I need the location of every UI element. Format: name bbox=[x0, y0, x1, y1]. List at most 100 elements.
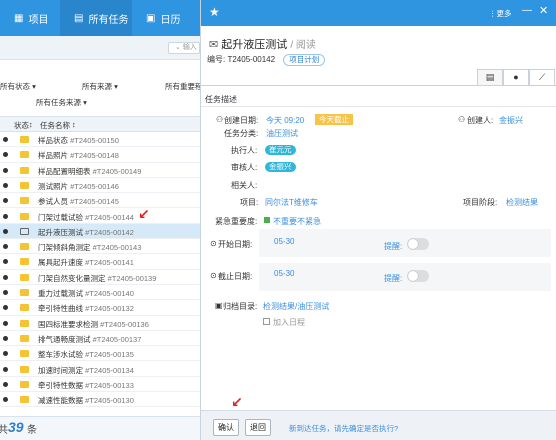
task-name: 样品照片 #T2405-00148 bbox=[38, 150, 119, 161]
radio-icon[interactable] bbox=[3, 335, 8, 341]
radio-icon[interactable] bbox=[3, 397, 8, 403]
nav-calendar-label: 日历 bbox=[160, 14, 181, 26]
table-row[interactable]: 样品照片 #T2405-00148 bbox=[0, 147, 200, 163]
task-detail-panel: ★ ⋮更多 — ✕ ✉ 起升液压测试 / 阅读 编号: T2405-00142 … bbox=[200, 0, 556, 440]
table-row[interactable]: 门架过载试验 #T2405-00144 bbox=[0, 209, 200, 224]
table-row[interactable]: 重力过载测试 #T2405-00140 bbox=[0, 285, 200, 301]
task-name: 牵引特性曲线 #T2405-00132 bbox=[38, 303, 134, 314]
category-value[interactable]: 油压测试 bbox=[266, 128, 298, 139]
task-name-text: 减速性能数据 bbox=[38, 396, 83, 406]
radio-icon[interactable] bbox=[3, 137, 8, 142]
table-row[interactable]: 门架自然变化量测定 #T2405-00139 bbox=[0, 270, 200, 285]
confirm-button[interactable]: 确认 bbox=[213, 419, 239, 436]
column-name[interactable]: 任务名称 bbox=[40, 120, 70, 131]
executor-label: 执行人: bbox=[231, 146, 258, 155]
table-row[interactable]: 牵引特性曲线 #T2405-00132 bbox=[0, 300, 200, 316]
task-title: ✉ 起升液压测试 / 阅读 bbox=[209, 36, 316, 52]
envelope-icon bbox=[20, 136, 29, 143]
table-row[interactable]: 门架倾斜角测定 #T2405-00143 bbox=[0, 239, 200, 255]
task-code-text: #T2405-00130 bbox=[85, 396, 134, 406]
table-row[interactable]: 样品配置明细表 #T2405-00149 bbox=[0, 163, 200, 178]
table-icon: ▤ bbox=[74, 12, 84, 24]
radio-icon[interactable] bbox=[3, 320, 8, 326]
start-value[interactable]: 05-30 bbox=[274, 237, 294, 246]
table-row[interactable]: 属具起升速度 #T2405-00141 bbox=[0, 254, 200, 270]
filter-task-source[interactable]: 所有任务来源 ▾ bbox=[36, 97, 87, 111]
end-label: 截止日期: bbox=[218, 272, 253, 281]
end-remind-toggle[interactable] bbox=[407, 270, 429, 282]
project-value[interactable]: 同尔法T维修车 bbox=[265, 197, 318, 208]
envelope-icon bbox=[20, 350, 29, 358]
task-code-text: #T2405-00144 bbox=[85, 212, 134, 222]
radio-icon[interactable] bbox=[3, 167, 8, 173]
filter-status[interactable]: 所有状态 ▾ bbox=[0, 81, 36, 95]
envelope-icon bbox=[20, 273, 29, 281]
radio-icon[interactable] bbox=[3, 274, 8, 280]
table-row[interactable]: 参试人员 #T2405-00145 bbox=[0, 193, 200, 209]
filter-source[interactable]: 所有来源 ▾ bbox=[82, 81, 118, 95]
star-icon[interactable]: ★ bbox=[209, 5, 220, 19]
task-name: 参试人员 #T2405-00145 bbox=[38, 196, 119, 207]
nav-all-tasks[interactable]: ▤ 所有任务 bbox=[60, 0, 132, 36]
archive-value[interactable]: 检测结果/油压测试 bbox=[263, 301, 329, 312]
envelope-icon bbox=[20, 396, 29, 404]
radio-icon[interactable] bbox=[3, 351, 8, 357]
list-footer: 共 39 条 bbox=[0, 416, 200, 440]
back-button[interactable]: 退回 bbox=[245, 419, 271, 436]
executor-value[interactable]: 崔元元 bbox=[265, 145, 296, 155]
column-status[interactable]: 状态 bbox=[14, 120, 29, 131]
radio-icon[interactable] bbox=[3, 182, 8, 188]
related-label: 相关人: bbox=[231, 181, 258, 190]
table-row[interactable]: 起升液压测试 #T2405-00142 bbox=[0, 223, 200, 240]
radio-icon[interactable] bbox=[3, 366, 8, 372]
task-name-text: 整车涉水试验 bbox=[38, 350, 83, 360]
category-label: 任务分类: bbox=[224, 129, 259, 138]
list-icon[interactable]: ▤ bbox=[477, 69, 503, 85]
radio-icon[interactable] bbox=[3, 305, 8, 311]
phase-value[interactable]: 检测结果 bbox=[506, 197, 538, 208]
task-code-text: #T2405-00139 bbox=[107, 273, 157, 283]
calendar-checkbox[interactable] bbox=[263, 318, 270, 325]
table-row[interactable]: 减速性能数据 #T2405-00130 bbox=[0, 392, 200, 408]
project-plan-button[interactable]: 项目计划 bbox=[283, 54, 326, 66]
close-icon[interactable]: ✕ bbox=[539, 4, 548, 17]
radio-icon[interactable] bbox=[3, 259, 8, 265]
radio-icon[interactable] bbox=[3, 213, 8, 219]
action-bar: 确认 退回 新到达任务，请先确定是否执行? bbox=[201, 410, 556, 440]
nav-projects[interactable]: ▦ 项目 bbox=[0, 0, 60, 36]
radio-icon[interactable] bbox=[3, 381, 8, 387]
chart-icon[interactable]: ⟋ bbox=[529, 69, 555, 85]
task-name: 重力过载测试 #T2405-00140 bbox=[38, 288, 134, 299]
table-row[interactable]: 加速时间测定 #T2405-00134 bbox=[0, 362, 200, 377]
code-value: T2405-00142 bbox=[227, 55, 276, 64]
search-input[interactable]: ⌄ 输入 bbox=[168, 42, 200, 54]
filter-importance[interactable]: 所有重要程 bbox=[165, 81, 200, 95]
table-row[interactable]: 牵引特性数据 #T2405-00133 bbox=[0, 377, 200, 393]
reviewer-value[interactable]: 金振兴 bbox=[265, 162, 296, 172]
radio-icon[interactable] bbox=[3, 228, 8, 234]
more-button[interactable]: ⋮更多 bbox=[489, 8, 512, 19]
task-code-text: #T2405-00146 bbox=[70, 181, 119, 191]
table-row[interactable]: 样品状态 #T2405-00150 bbox=[0, 132, 200, 148]
table-row[interactable]: 整车涉水试验 #T2405-00135 bbox=[0, 346, 200, 362]
chat-icon[interactable]: ● bbox=[503, 69, 529, 85]
radio-icon[interactable] bbox=[3, 290, 8, 295]
task-code-text: #T2405-00142 bbox=[85, 227, 134, 237]
radio-icon[interactable] bbox=[3, 152, 8, 158]
creator-value[interactable]: 金振兴 bbox=[499, 115, 523, 126]
minimize-icon[interactable]: — bbox=[522, 5, 532, 16]
urgency-value[interactable]: 不重要不紧急 bbox=[273, 216, 321, 227]
top-nav: ▦ 项目 ▤ 所有任务 ▣ 日历 bbox=[0, 0, 200, 36]
red-arrow-icon: ↙ bbox=[231, 394, 243, 410]
radio-icon[interactable] bbox=[3, 244, 8, 250]
start-remind-toggle[interactable] bbox=[407, 238, 429, 250]
table-row[interactable]: 测试照片 #T2405-00146 bbox=[0, 178, 200, 194]
title-text: 起升液压测试 bbox=[221, 39, 288, 51]
end-value[interactable]: 05-30 bbox=[274, 269, 294, 278]
nav-projects-label: 项目 bbox=[28, 14, 49, 26]
task-code-text: #T2405-00145 bbox=[70, 197, 119, 207]
nav-calendar[interactable]: ▣ 日历 bbox=[132, 0, 200, 36]
table-row[interactable]: 国四标准要求检测 #T2405-00136 bbox=[0, 316, 200, 331]
table-row[interactable]: 排气通畅度测试 #T2405-00137 bbox=[0, 331, 200, 347]
radio-icon[interactable] bbox=[3, 198, 8, 204]
